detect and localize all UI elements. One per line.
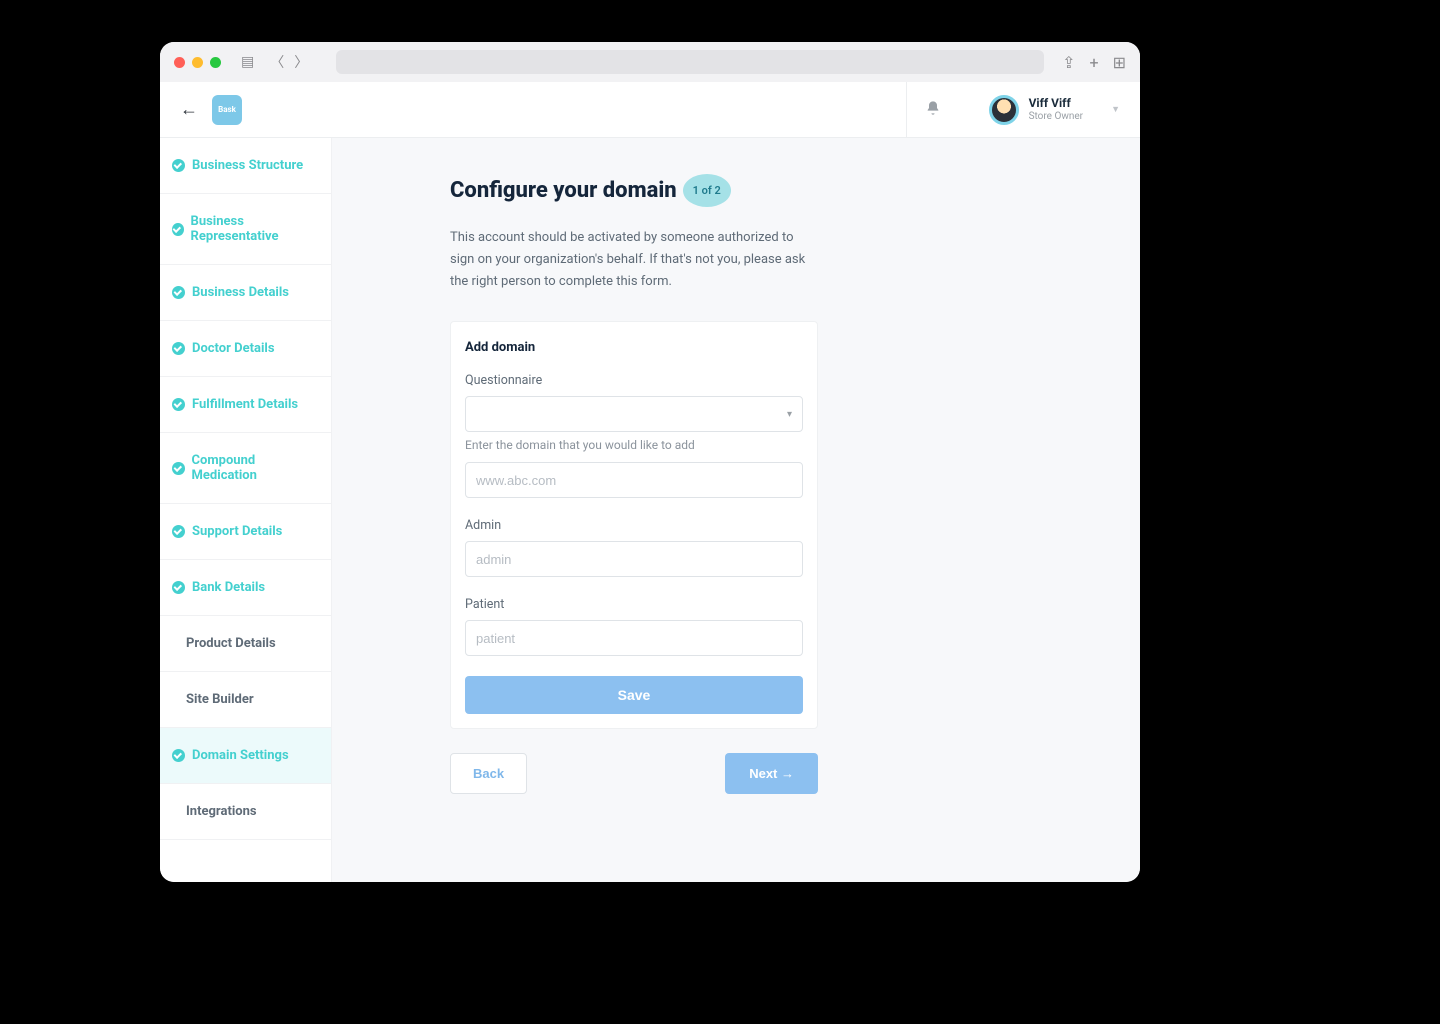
domain-helper-text: Enter the domain that you would like to … xyxy=(465,438,803,452)
user-name: Viff Viff xyxy=(1029,96,1084,110)
step-badge: 1 of 2 xyxy=(683,174,731,207)
sidebar-item-label: Business Representative xyxy=(191,214,319,244)
traffic-lights xyxy=(174,57,221,68)
sidebar-item-product-details[interactable]: Product Details xyxy=(160,616,331,672)
admin-input[interactable] xyxy=(465,541,803,577)
new-tab-icon[interactable]: + xyxy=(1090,53,1099,72)
check-icon xyxy=(172,342,185,355)
sidebar-item-business-details[interactable]: Business Details xyxy=(160,265,331,321)
tab-overview-icon[interactable]: ⊞ xyxy=(1113,53,1126,72)
sidebar-item-label: Integrations xyxy=(186,804,257,819)
page-title: Configure your domain xyxy=(450,178,677,203)
sidebar-item-site-builder[interactable]: Site Builder xyxy=(160,672,331,728)
browser-window: ▤ 〈 〉 ⇪ + ⊞ ← Bask Viff Viff Store Owner… xyxy=(160,42,1140,882)
patient-input[interactable] xyxy=(465,620,803,656)
sidebar-item-doctor-details[interactable]: Doctor Details xyxy=(160,321,331,377)
content-area: Business Structure Business Representati… xyxy=(160,138,1140,882)
sidebar-item-business-structure[interactable]: Business Structure xyxy=(160,138,331,194)
save-button[interactable]: Save xyxy=(465,676,803,714)
maximize-window-icon[interactable] xyxy=(210,57,221,68)
main-panel: Configure your domain 1 of 2 This accoun… xyxy=(332,138,1140,882)
nav-back-icon[interactable]: 〈 xyxy=(266,52,288,72)
wizard-nav: Back Next → xyxy=(450,753,818,794)
back-button[interactable]: Back xyxy=(450,753,527,794)
check-icon xyxy=(172,159,185,172)
browser-titlebar: ▤ 〈 〉 ⇪ + ⊞ xyxy=(160,42,1140,82)
card-title: Add domain xyxy=(465,340,803,355)
sidebar-item-label: Compound Medication xyxy=(192,453,319,483)
check-icon xyxy=(172,462,185,475)
app-header: ← Bask Viff Viff Store Owner ▼ xyxy=(160,82,1140,138)
domain-input[interactable] xyxy=(465,462,803,498)
notifications-bell-icon[interactable] xyxy=(925,100,941,120)
sidebar-toggle-icon[interactable]: ▤ xyxy=(237,54,258,70)
sidebar-item-label: Business Details xyxy=(192,285,289,300)
sidebar-item-domain-settings[interactable]: Domain Settings xyxy=(160,728,331,784)
user-role: Store Owner xyxy=(1029,111,1084,123)
page-description: This account should be activated by some… xyxy=(450,227,810,293)
user-avatar xyxy=(989,95,1019,125)
questionnaire-label: Questionnaire xyxy=(465,373,803,388)
setup-sidebar: Business Structure Business Representati… xyxy=(160,138,332,882)
sidebar-item-label: Product Details xyxy=(186,636,276,651)
chevron-down-icon: ▼ xyxy=(1111,104,1120,115)
sidebar-item-label: Doctor Details xyxy=(192,341,275,356)
check-icon xyxy=(172,223,184,236)
sidebar-item-label: Business Structure xyxy=(192,158,303,173)
check-icon xyxy=(172,581,185,594)
back-arrow-icon[interactable]: ← xyxy=(180,99,198,120)
add-domain-card: Add domain Questionnaire Enter the domai… xyxy=(450,321,818,729)
check-icon xyxy=(172,525,185,538)
check-icon xyxy=(172,398,185,411)
sidebar-item-support-details[interactable]: Support Details xyxy=(160,504,331,560)
check-icon xyxy=(172,749,185,762)
sidebar-item-label: Support Details xyxy=(192,524,282,539)
nav-forward-icon[interactable]: 〉 xyxy=(290,52,312,72)
admin-label: Admin xyxy=(465,518,803,533)
sidebar-item-label: Domain Settings xyxy=(192,748,289,763)
next-button[interactable]: Next → xyxy=(725,753,818,794)
sidebar-item-bank-details[interactable]: Bank Details xyxy=(160,560,331,616)
questionnaire-select[interactable] xyxy=(465,396,803,432)
patient-label: Patient xyxy=(465,597,803,612)
minimize-window-icon[interactable] xyxy=(192,57,203,68)
sidebar-item-business-representative[interactable]: Business Representative xyxy=(160,194,331,265)
close-window-icon[interactable] xyxy=(174,57,185,68)
sidebar-item-integrations[interactable]: Integrations xyxy=(160,784,331,840)
sidebar-item-fulfillment-details[interactable]: Fulfillment Details xyxy=(160,377,331,433)
sidebar-item-compound-medication[interactable]: Compound Medication xyxy=(160,433,331,504)
user-menu[interactable]: Viff Viff Store Owner ▼ xyxy=(973,95,1120,125)
address-bar[interactable] xyxy=(336,50,1044,74)
check-icon xyxy=(172,286,185,299)
sidebar-item-label: Site Builder xyxy=(186,692,254,707)
share-icon[interactable]: ⇪ xyxy=(1062,53,1075,72)
sidebar-item-label: Fulfillment Details xyxy=(192,397,298,412)
app-logo[interactable]: Bask xyxy=(212,95,242,125)
sidebar-item-label: Bank Details xyxy=(192,580,265,595)
